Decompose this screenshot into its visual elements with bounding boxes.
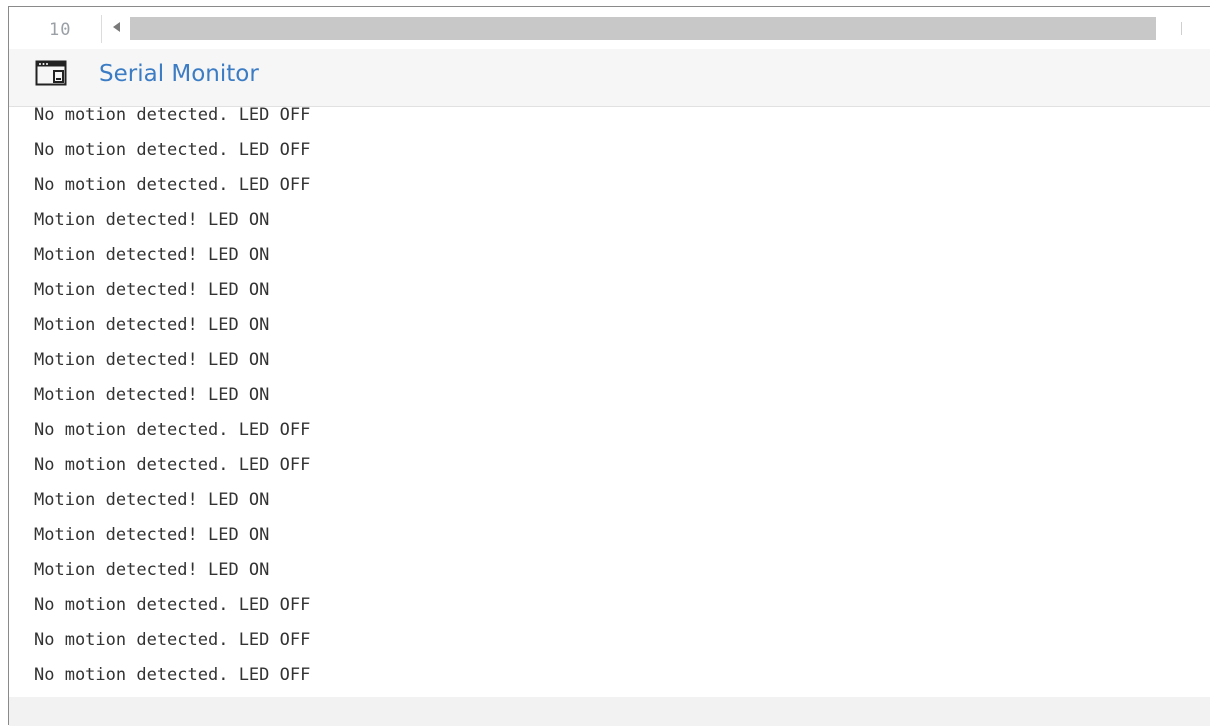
serial-output-line: Motion detected! LED ON [34, 245, 270, 265]
serial-monitor-header: Serial Monitor [9, 49, 1210, 107]
serial-output-line: No motion detected. LED OFF [34, 630, 311, 650]
serial-output-line: Motion detected! LED ON [34, 385, 270, 405]
serial-output-line: No motion detected. LED OFF [34, 595, 311, 615]
serial-output-line: No motion detected. LED OFF [34, 140, 311, 160]
terminal-window-icon [35, 59, 67, 87]
serial-output-line: No motion detected. LED OFF [34, 175, 311, 195]
serial-output-line: Motion detected! LED ON [34, 315, 270, 335]
serial-output-line: Motion detected! LED ON [34, 525, 270, 545]
horizontal-scrollbar-thumb[interactable] [130, 17, 1156, 40]
serial-monitor-window: 10 Serial Monitor No motion detected. LE… [8, 6, 1210, 726]
serial-output-line: Motion detected! LED ON [34, 210, 270, 230]
scroll-left-icon[interactable] [113, 20, 121, 36]
serial-output-line: No motion detected. LED OFF [34, 107, 311, 125]
serial-output-line: Motion detected! LED ON [34, 350, 270, 370]
serial-output-panel[interactable]: No motion detected. LED OFF No motion det… [9, 107, 1210, 697]
serial-output-line: Motion detected! LED ON [34, 490, 270, 510]
gutter-divider [101, 15, 102, 43]
serial-output-line: Motion detected! LED ON [34, 280, 270, 300]
serial-output-line: No motion detected. LED OFF [34, 455, 311, 475]
serial-monitor-title: Serial Monitor [99, 61, 259, 87]
serial-output-line: No motion detected. LED OFF [34, 420, 311, 440]
serial-output-line: Motion detected! LED ON [34, 560, 270, 580]
line-number: 10 [49, 20, 72, 40]
scrollbar-end-marker [1181, 22, 1182, 35]
serial-input-bar[interactable] [9, 697, 1210, 726]
editor-strip: 10 [9, 7, 1210, 49]
serial-output-line: No motion detected. LED OFF [34, 665, 311, 685]
serial-output-list: No motion detected. LED OFF No motion det… [34, 107, 310, 693]
